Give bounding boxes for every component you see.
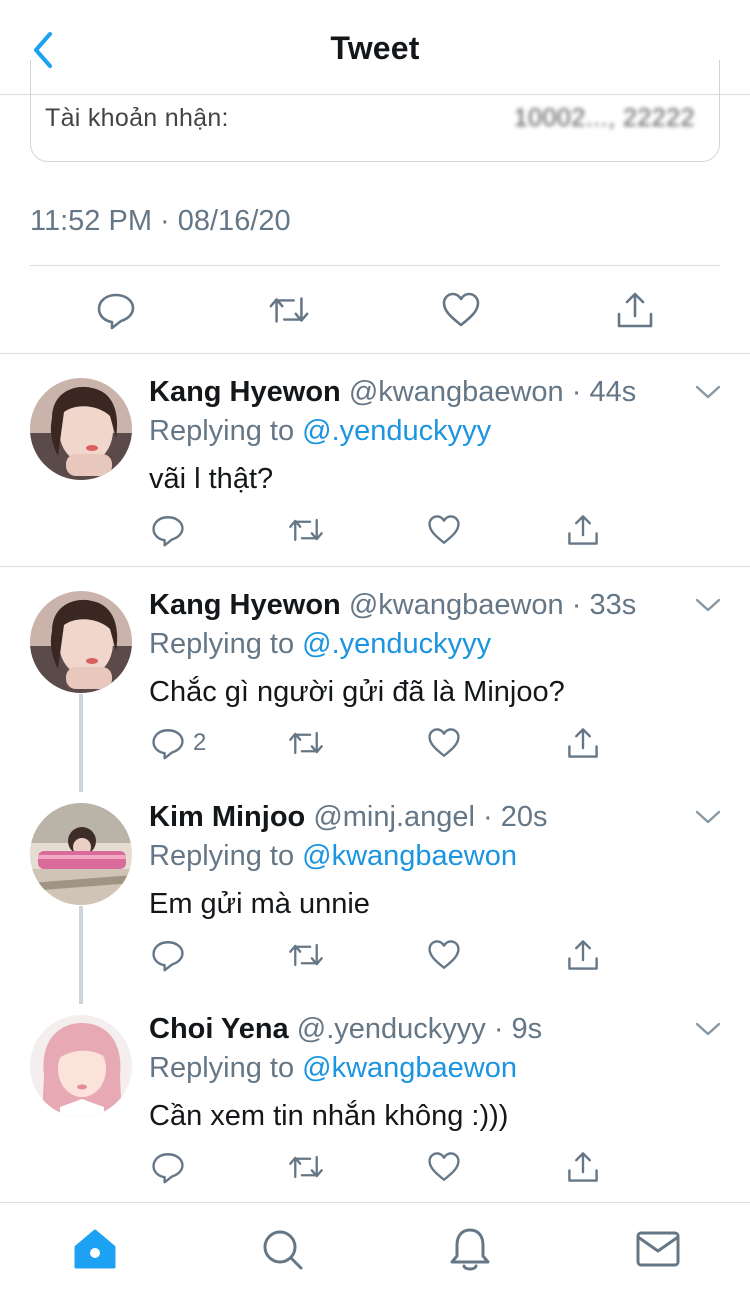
- like-button[interactable]: [427, 937, 461, 973]
- tweet-text: Chắc gì người gửi đã là Minjoo?: [149, 676, 565, 708]
- share-button[interactable]: [566, 1149, 600, 1185]
- avatar[interactable]: [30, 378, 132, 480]
- share-button[interactable]: [566, 725, 600, 761]
- retweet-icon: [269, 297, 309, 323]
- like-button[interactable]: [427, 725, 461, 761]
- retweet-button[interactable]: [287, 512, 325, 548]
- tab-home[interactable]: [71, 1225, 119, 1273]
- card-label: Tài khoản nhận:: [45, 104, 229, 132]
- bottom-tab-bar: [0, 1202, 750, 1300]
- retweet-icon: [289, 943, 323, 967]
- replying-to-mention[interactable]: @kwangbaewon: [302, 1052, 517, 1084]
- share-button[interactable]: [613, 288, 657, 332]
- tweet-text: vãi l thật?: [149, 463, 274, 495]
- heart-icon: [428, 515, 460, 544]
- reply-action-bar: [149, 1149, 629, 1189]
- retweet-button[interactable]: [287, 937, 325, 973]
- share-icon: [568, 1152, 598, 1182]
- replying-to-mention[interactable]: @.yenduckyyy: [302, 628, 491, 660]
- replying-to-mention[interactable]: @.yenduckyyy: [302, 415, 491, 447]
- reply-time: · 44s: [571, 376, 637, 408]
- share-button[interactable]: [566, 937, 600, 973]
- display-name[interactable]: Kang Hyewon: [149, 589, 341, 621]
- search-icon: [263, 1230, 303, 1270]
- reply-action-bar: 2: [149, 725, 629, 765]
- reply-action-bar: [149, 937, 629, 977]
- heart-icon: [428, 940, 460, 969]
- display-name[interactable]: Kang Hyewon: [149, 376, 341, 408]
- reply-time: · 20s: [483, 801, 548, 833]
- reply-button[interactable]: [94, 288, 138, 332]
- avatar[interactable]: [30, 1015, 132, 1117]
- display-name[interactable]: Kim Minjoo: [149, 801, 305, 833]
- comment-icon: [152, 516, 184, 547]
- share-icon: [617, 292, 653, 328]
- avatar[interactable]: [30, 591, 132, 693]
- retweet-button[interactable]: [287, 725, 325, 761]
- tweet-menu-button[interactable]: [692, 376, 724, 408]
- card-value-blurred: 10002..., 22222: [513, 104, 695, 132]
- reply-tweet[interactable]: Kim Minjoo @minj.angel · 20s Replying to…: [0, 779, 750, 991]
- display-name[interactable]: Choi Yena: [149, 1013, 289, 1045]
- replying-to-label: Replying to: [149, 840, 295, 872]
- retweet-button[interactable]: [267, 288, 311, 332]
- reply-time: · 33s: [571, 589, 637, 621]
- retweet-button[interactable]: [287, 1149, 325, 1185]
- user-handle[interactable]: @kwangbaewon: [349, 376, 564, 408]
- tweet-timestamp: 11:52 PM · 08/16/20: [30, 205, 291, 237]
- share-icon: [568, 728, 598, 758]
- tweet-menu-button[interactable]: [692, 801, 724, 833]
- reply-count: 2: [193, 729, 207, 756]
- tab-notifications[interactable]: [446, 1225, 494, 1273]
- reply-time: · 9s: [493, 1013, 543, 1045]
- like-button[interactable]: [427, 1149, 461, 1185]
- reply-button[interactable]: 2: [151, 725, 206, 761]
- reply-button[interactable]: [151, 1149, 193, 1185]
- user-handle[interactable]: @kwangbaewon: [349, 589, 564, 621]
- share-icon: [568, 940, 598, 970]
- reply-action-bar: [149, 512, 629, 552]
- tweet-menu-button[interactable]: [692, 1013, 724, 1045]
- home-icon: [74, 1229, 116, 1269]
- chevron-down-icon: [695, 385, 721, 399]
- heart-icon: [442, 292, 480, 327]
- reply-button[interactable]: [151, 512, 193, 548]
- replying-to-label: Replying to: [149, 628, 295, 660]
- share-button[interactable]: [566, 512, 600, 548]
- tweet-action-bar: [30, 266, 720, 354]
- reply-tweet[interactable]: Kang Hyewon @kwangbaewon · 44s Replying …: [0, 354, 750, 566]
- comment-icon: [152, 1153, 184, 1184]
- tweet-text: Cần xem tin nhắn không :))): [149, 1100, 509, 1132]
- user-handle[interactable]: @minj.angel: [313, 801, 475, 833]
- mail-icon: [636, 1231, 680, 1267]
- comment-icon: [97, 293, 135, 330]
- chevron-down-icon: [695, 1022, 721, 1036]
- retweet-icon: [289, 518, 323, 542]
- tab-messages[interactable]: [634, 1225, 682, 1273]
- chevron-down-icon: [695, 810, 721, 824]
- reply-tweet[interactable]: Kang Hyewon @kwangbaewon · 33s Replying …: [0, 567, 750, 779]
- like-button[interactable]: [427, 512, 461, 548]
- replying-to-label: Replying to: [149, 415, 295, 447]
- reply-button[interactable]: [151, 937, 193, 973]
- share-icon: [568, 515, 598, 545]
- replying-to-mention[interactable]: @kwangbaewon: [302, 840, 517, 872]
- heart-icon: [428, 728, 460, 757]
- reply-tweet[interactable]: Choi Yena @.yenduckyyy · 9s Replying to …: [0, 991, 750, 1202]
- comment-icon: [152, 729, 184, 760]
- replying-to-label: Replying to: [149, 1052, 295, 1084]
- tweet-menu-button[interactable]: [692, 589, 724, 621]
- chevron-down-icon: [695, 598, 721, 612]
- comment-icon: [152, 941, 184, 972]
- tweet-text: Em gửi mà unnie: [149, 888, 370, 920]
- like-button[interactable]: [439, 288, 483, 332]
- user-handle[interactable]: @.yenduckyyy: [297, 1013, 486, 1045]
- tweet-image-card[interactable]: Tài khoản nhận: 10002..., 22222: [30, 60, 720, 162]
- retweet-icon: [289, 731, 323, 755]
- bell-icon: [450, 1228, 490, 1271]
- retweet-icon: [289, 1155, 323, 1179]
- tab-search[interactable]: [258, 1225, 306, 1273]
- heart-icon: [428, 1152, 460, 1181]
- avatar[interactable]: [30, 803, 132, 905]
